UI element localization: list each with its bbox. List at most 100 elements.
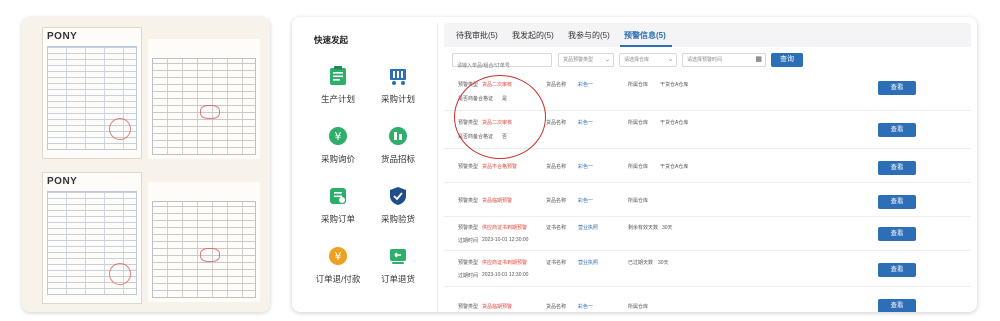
quick-item-label: 订单退/付款 — [315, 274, 361, 284]
quick-goods-bidding[interactable]: 货品招标 — [367, 125, 429, 177]
warning-type-value: 货品二次审核 — [482, 120, 513, 126]
warning-type-value: 供应商证书到期预警 — [482, 260, 528, 266]
warning-row: 预警类型 货品二次审核 是否商备合格证 是 货品名称 彩色一 所属仓库 干货仓A… — [444, 75, 971, 111]
tab-initiated[interactable]: 我发起的(5) — [512, 30, 554, 41]
warning-type-value: 供应商证书到期预警 — [482, 225, 528, 231]
warehouse-label: 所属仓库 — [628, 82, 649, 88]
quick-launch-title: 快速发起 — [314, 35, 349, 45]
quick-item-label: 订单退货 — [380, 274, 415, 284]
warning-type-label: 预警类型 — [458, 260, 479, 266]
warning-time-placeholder: 请选择预警时间 — [687, 57, 723, 63]
search-button[interactable]: 查询 — [771, 53, 803, 67]
warning-type-label: 预警类型 — [458, 82, 479, 88]
quick-item-label: 采购询价 — [320, 154, 355, 164]
warning-type-value: 货品不合格预警 — [482, 164, 518, 170]
filter-bar: 货品预警类型 ⌄ 请选择仓库 ⌄ 请选择预警时间 ▦ 查询 — [444, 53, 971, 72]
warehouse-value: 干货仓A仓库 — [660, 164, 689, 170]
view-button[interactable]: 查看 — [878, 81, 916, 95]
goods-name-label: 货品名称 — [546, 120, 567, 126]
chevron-down-icon: ⌄ — [667, 57, 673, 63]
certificate-name-label: 证书名称 — [546, 225, 567, 231]
warning-list: 预警类型 货品二次审核 是否商备合格证 是 货品名称 彩色一 所属仓库 干货仓A… — [444, 75, 971, 312]
brand-logo: PONY — [47, 176, 78, 187]
panel-divider — [437, 23, 438, 312]
bid-tag-icon — [389, 127, 407, 145]
quick-purchase-order[interactable]: 采购订单 — [307, 185, 369, 237]
remaining-days-label: 剩余有效天数 — [628, 225, 659, 231]
remaining-days-value: 30天 — [662, 225, 673, 231]
tab-participated[interactable]: 我参与的(5) — [568, 30, 610, 41]
chevron-down-icon: ⌄ — [604, 57, 610, 63]
brand-logo: PONY — [47, 31, 78, 42]
warning-row: 预警类型 货品临期预警 货品名称 彩色一 所属仓库 查看 — [444, 183, 971, 217]
warehouse-value: 干货仓A仓库 — [660, 120, 689, 126]
warehouse-label: 所属仓库 — [628, 198, 649, 204]
warning-type-label: 预警类型 — [458, 304, 479, 310]
quick-item-label: 采购订单 — [320, 214, 355, 224]
expiry-time-value: 2023-10-01 12:30:00 — [482, 237, 529, 243]
goods-name-value[interactable]: 彩色一 — [578, 197, 593, 204]
warning-type-value: 货品临期预警 — [482, 198, 513, 204]
warehouse-value: 干货仓A仓库 — [660, 82, 689, 88]
app-panel: 快速发起 生产计划 采购计划 ¥ 采购询价 货品招标 采购订单 采购验货 ¥ 订… — [292, 17, 977, 312]
warning-type-label: 预警类型 — [458, 120, 479, 126]
warehouse-placeholder: 请选择仓库 — [624, 57, 650, 63]
svg-text:¥: ¥ — [335, 130, 342, 143]
document-preview-panel: PONY PONY — [22, 17, 270, 312]
keyword-input[interactable] — [453, 60, 551, 72]
quick-launch: 快速发起 生产计划 采购计划 ¥ 采购询价 货品招标 采购订单 采购验货 ¥ 订… — [302, 27, 436, 312]
warning-type-placeholder: 货品预警类型 — [563, 57, 594, 63]
red-stamp — [109, 118, 131, 140]
active-tab-indicator — [620, 45, 672, 47]
quick-purchase-inquiry[interactable]: ¥ 采购询价 — [307, 125, 369, 177]
certificate-name-value[interactable]: 营业执照 — [578, 259, 598, 266]
red-stamp — [200, 248, 220, 262]
quick-purchase-plan[interactable]: 采购计划 — [367, 65, 429, 117]
view-button[interactable]: 查看 — [878, 299, 916, 312]
certificate-name-label: 证书名称 — [546, 260, 567, 266]
goods-name-value[interactable]: 彩色一 — [578, 119, 593, 126]
certificate-name-value[interactable]: 营业执照 — [578, 224, 598, 231]
view-button[interactable]: 查看 — [878, 161, 916, 175]
tab-pending-approval[interactable]: 待我审批(5) — [456, 30, 498, 41]
warning-row: 预警类型 供应商证书到期预警 过期时间 2023-10-01 12:30:00 … — [444, 251, 971, 287]
warning-time-picker[interactable]: 请选择预警时间 ▦ — [682, 53, 766, 67]
quick-item-label: 采购验货 — [380, 214, 415, 224]
goods-name-value[interactable]: 彩色一 — [578, 303, 593, 310]
quick-item-label: 采购计划 — [380, 94, 415, 104]
inspection-shield-icon — [390, 187, 406, 205]
expiry-time-value: 2023-10-01 12:30:00 — [482, 272, 529, 278]
goods-name-value[interactable]: 彩色一 — [578, 163, 593, 170]
warning-type-label: 预警类型 — [458, 225, 479, 231]
certificate-value: 是 — [502, 96, 508, 102]
view-button[interactable]: 查看 — [878, 227, 916, 241]
goods-name-label: 货品名称 — [546, 198, 567, 204]
order-doc-icon — [330, 188, 346, 204]
expired-days-value: 30天 — [658, 260, 669, 266]
quick-order-refund[interactable]: ¥ 订单退/付款 — [307, 245, 369, 297]
warehouse-label: 所属仓库 — [628, 304, 649, 310]
view-button[interactable]: 查看 — [878, 263, 916, 277]
form-sheet — [148, 39, 260, 159]
goods-name-value[interactable]: 彩色一 — [578, 81, 593, 88]
keyword-field[interactable] — [452, 53, 552, 72]
goods-name-label: 货品名称 — [546, 82, 567, 88]
warehouse-select[interactable]: 请选择仓库 ⌄ — [619, 53, 677, 67]
refund-yen-icon: ¥ — [329, 247, 347, 265]
goods-name-label: 货品名称 — [546, 304, 567, 310]
quick-production-plan[interactable]: 生产计划 — [307, 65, 369, 117]
form-sheet — [148, 182, 260, 302]
red-stamp — [109, 263, 131, 285]
expiry-time-label: 过期时间 — [458, 273, 479, 279]
expired-days-label: 已过期天数 — [628, 260, 654, 266]
warning-type-select[interactable]: 货品预警类型 ⌄ — [558, 53, 614, 67]
quick-purchase-inspection[interactable]: 采购验货 — [367, 185, 429, 237]
view-button[interactable]: 查看 — [878, 195, 916, 209]
view-button[interactable]: 查看 — [878, 123, 916, 137]
warning-type-value: 货品临期预警 — [482, 304, 513, 310]
inquiry-yen-icon: ¥ — [329, 127, 347, 145]
quick-item-label: 生产计划 — [320, 94, 355, 104]
quick-order-return[interactable]: 订单退货 — [367, 245, 429, 297]
tab-warnings[interactable]: 预警信息(5) — [624, 30, 666, 41]
production-plan-icon — [330, 66, 346, 85]
